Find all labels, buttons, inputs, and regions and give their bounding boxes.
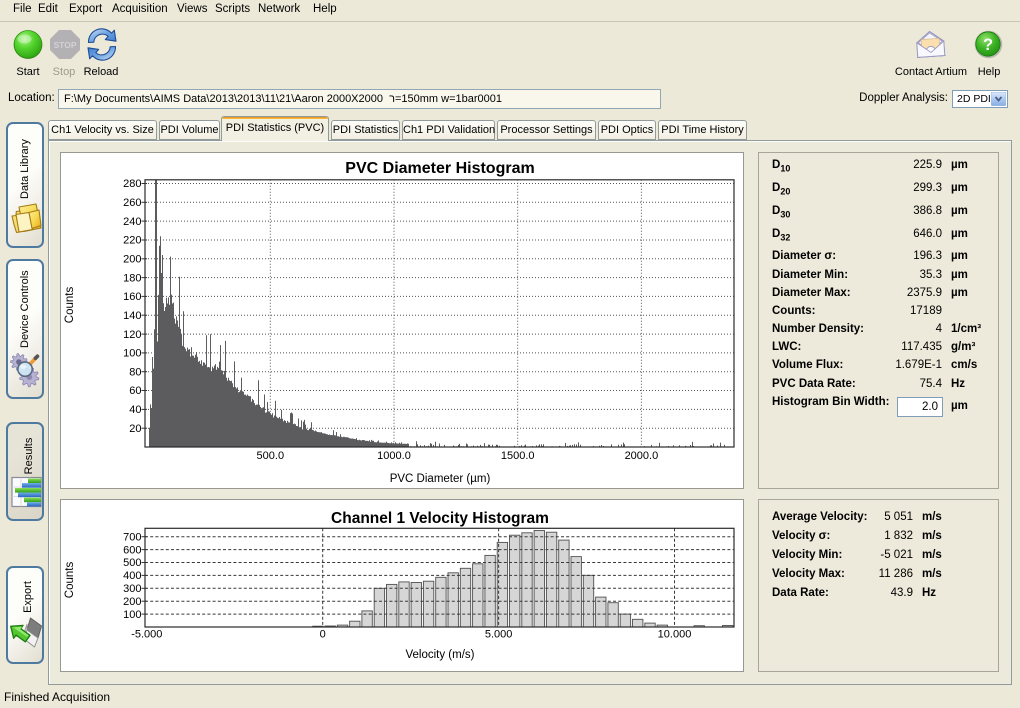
svg-text:160: 160 [123,291,141,303]
svg-text:100: 100 [123,609,141,621]
svg-text:80: 80 [129,366,141,378]
svg-text:Channel 1 Velocity Histogram: Channel 1 Velocity Histogram [331,510,549,527]
svg-text:300: 300 [123,583,141,595]
svg-text:240: 240 [123,216,141,228]
svg-text:100: 100 [123,348,141,360]
svg-text:20: 20 [129,423,141,435]
svg-text:180: 180 [123,272,141,284]
svg-text:500: 500 [123,557,141,569]
svg-text:700: 700 [123,531,141,543]
svg-text:1500.0: 1500.0 [501,450,535,462]
svg-text:40: 40 [129,404,141,416]
svg-text:10.000: 10.000 [658,629,692,641]
svg-text:Counts: Counts [64,562,76,599]
svg-text:0: 0 [320,629,326,641]
svg-text:220: 220 [123,235,141,247]
svg-text:2000.0: 2000.0 [625,450,659,462]
svg-text:140: 140 [123,310,141,322]
svg-text:PVC Diameter (µm): PVC Diameter (µm) [390,473,491,485]
svg-text:PVC Diameter Histogram: PVC Diameter Histogram [345,160,534,177]
svg-text:260: 260 [123,197,141,209]
svg-text:600: 600 [123,544,141,556]
svg-text:120: 120 [123,329,141,341]
svg-text:200: 200 [123,596,141,608]
svg-text:Velocity (m/s): Velocity (m/s) [405,649,474,661]
svg-text:60: 60 [129,385,141,397]
svg-text:400: 400 [123,570,141,582]
svg-text:280: 280 [123,178,141,190]
svg-text:500.0: 500.0 [257,450,285,462]
svg-text:200: 200 [123,254,141,266]
svg-text:1000.0: 1000.0 [377,450,411,462]
svg-text:-5.000: -5.000 [131,629,162,641]
svg-text:5.000: 5.000 [485,629,513,641]
svg-text:Counts: Counts [64,287,76,324]
